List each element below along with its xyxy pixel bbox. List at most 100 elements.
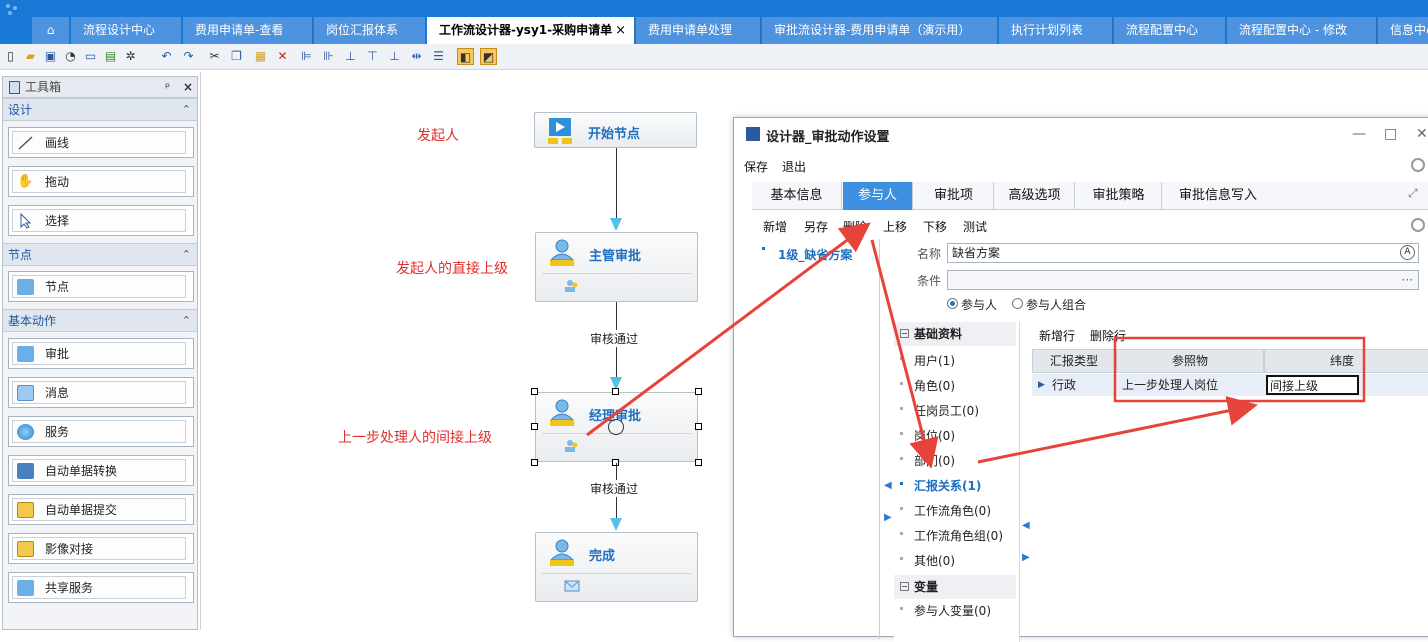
move-down-button[interactable]: 下移 <box>923 218 947 235</box>
resize-handle[interactable] <box>531 423 538 430</box>
cut-icon[interactable]: ✂ <box>206 48 223 65</box>
col-header-dimension[interactable]: 纬度 <box>1264 349 1428 373</box>
tree-item[interactable]: 部门(0) <box>900 452 955 469</box>
tab-basic-info[interactable]: 基本信息 <box>752 182 842 210</box>
tool-auto-submit[interactable]: 自动单据提交 <box>8 494 194 525</box>
toolbox-section-basic-actions[interactable]: 基本动作 ⌃ <box>3 309 197 332</box>
participant-radio[interactable] <box>947 298 958 309</box>
delete-button[interactable]: 删除 <box>843 218 867 235</box>
tool-shared-service[interactable]: 共享服务 <box>8 572 194 603</box>
supervisor-approval-node[interactable]: 主管审批 <box>535 232 698 302</box>
tree-item-report-relation[interactable]: 汇报关系(1) <box>900 477 981 494</box>
list-icon[interactable]: ☰ <box>430 48 447 65</box>
table-row[interactable]: ▶ 行政 上一步处理人岗位 间接上级 <box>1032 374 1428 396</box>
tab-process-design[interactable]: 流程设计中心 <box>71 17 182 44</box>
toolbox-section-nodes[interactable]: 节点 ⌃ <box>3 243 197 266</box>
properties-icon[interactable]: ◧ <box>457 48 474 65</box>
resize-handle[interactable] <box>531 459 538 466</box>
gear-icon[interactable] <box>1411 158 1425 172</box>
participant-group-radio[interactable] <box>1012 298 1023 309</box>
condition-input[interactable]: ··· <box>947 270 1419 290</box>
save-menu[interactable]: 保存 <box>744 158 768 175</box>
tab-participants[interactable]: 参与人 <box>843 182 913 210</box>
chart-icon[interactable]: ▤ <box>102 48 119 65</box>
delete-row-button[interactable]: 删除行 <box>1090 327 1126 344</box>
tool-message[interactable]: 消息 <box>8 377 194 408</box>
flow-line[interactable] <box>616 148 617 218</box>
resize-handle[interactable] <box>695 388 702 395</box>
scheme-item[interactable]: 1级_缺省方案 <box>778 246 852 263</box>
tab-approval-designer[interactable]: 审批流设计器-费用申请单（演示用） <box>762 17 998 44</box>
tool-drag[interactable]: ✋ 拖动 <box>8 166 194 197</box>
lookup-icon[interactable]: A <box>1400 245 1415 260</box>
tree-item[interactable]: 角色(0) <box>900 377 955 394</box>
tool-image-link[interactable]: 影像对接 <box>8 533 194 564</box>
tab-info-center[interactable]: 信息中心 <box>1378 17 1428 44</box>
monitor-icon[interactable]: ▭ <box>82 48 99 65</box>
delete-icon[interactable]: ✕ <box>274 48 291 65</box>
close-icon[interactable]: × <box>183 77 193 98</box>
close-icon[interactable]: ✕ <box>1416 126 1428 142</box>
tree-item[interactable]: 工作流角色组(0) <box>900 527 1003 544</box>
tree-item[interactable]: 用户(1) <box>900 352 955 369</box>
gear-icon[interactable]: ✲ <box>122 48 139 65</box>
tool-draw-line[interactable]: 画线 <box>8 127 194 158</box>
open-folder-icon[interactable]: ▰ <box>22 48 39 65</box>
scroll-left-icon[interactable]: ◀ <box>1022 520 1030 531</box>
name-input[interactable]: 缺省方案 A <box>947 243 1419 263</box>
maximize-icon[interactable]: □ <box>1384 126 1397 142</box>
tool-select[interactable]: 选择 <box>8 205 194 236</box>
distribute-icon[interactable]: ⇹ <box>408 48 425 65</box>
dimension-cell-editor[interactable]: 间接上级 <box>1266 375 1359 395</box>
align-center-icon[interactable]: ⊥ <box>342 48 359 65</box>
tool-auto-convert[interactable]: 自动单据转换 <box>8 455 194 486</box>
exit-menu[interactable]: 退出 <box>782 158 806 175</box>
col-header-reference[interactable]: 参照物 <box>1116 349 1264 373</box>
tree-item[interactable]: 参与人变量(0) <box>900 602 991 619</box>
expand-icon[interactable]: ⤢ <box>1408 186 1418 201</box>
tree-item[interactable]: 工作流角色(0) <box>900 502 991 519</box>
copy-icon[interactable]: ❐ <box>228 48 245 65</box>
move-up-button[interactable]: 上移 <box>883 218 907 235</box>
tab-expense-view[interactable]: 费用申请单-查看 <box>183 17 313 44</box>
new-file-icon[interactable]: ▯ <box>2 48 19 65</box>
resize-handle[interactable] <box>612 388 619 395</box>
tree-group-basic[interactable]: − 基础资料 <box>894 322 1016 346</box>
tool-approve[interactable]: 审批 <box>8 338 194 369</box>
save-as-button[interactable]: 另存 <box>804 218 828 235</box>
tab-strategy[interactable]: 审批策略 <box>1076 182 1162 210</box>
save-icon[interactable]: ▣ <box>42 48 59 65</box>
tab-expense-process[interactable]: 费用申请单处理 <box>636 17 761 44</box>
tab-advanced[interactable]: 高级选项 <box>995 182 1075 210</box>
tab-process-config-edit[interactable]: 流程配置中心 - 修改 <box>1227 17 1377 44</box>
start-node[interactable]: 开始节点 <box>534 112 697 148</box>
col-header-report-type[interactable]: 汇报类型 <box>1032 349 1116 373</box>
align-top-icon[interactable]: ⊤ <box>364 48 381 65</box>
redo-icon[interactable]: ↷ <box>180 48 197 65</box>
close-icon[interactable]: × <box>615 17 626 44</box>
connection-point-icon[interactable] <box>608 419 624 435</box>
tab-info-write[interactable]: 审批信息写入 <box>1163 182 1273 210</box>
undo-icon[interactable]: ↶ <box>158 48 175 65</box>
scroll-left-icon[interactable]: ◀ <box>884 480 892 491</box>
test-button[interactable]: 测试 <box>963 218 987 235</box>
align-bottom-icon[interactable]: ⊥ <box>386 48 403 65</box>
settings-file-icon[interactable]: ◔ <box>62 48 79 65</box>
align-right-icon[interactable]: ⊪ <box>320 48 337 65</box>
home-tab[interactable]: ⌂ <box>32 17 70 44</box>
tab-execution-plans[interactable]: 执行计划列表 <box>999 17 1113 44</box>
tree-item[interactable]: 任岗员工(0) <box>900 402 979 419</box>
pin-icon[interactable]: ᵖ <box>165 77 170 98</box>
add-button[interactable]: 新增 <box>763 218 787 235</box>
tool-service[interactable]: 服务 <box>8 416 194 447</box>
align-left-icon[interactable]: ⊫ <box>298 48 315 65</box>
tab-workflow-designer[interactable]: 工作流设计器-ysy1-采购申请单 × <box>427 17 635 44</box>
resize-handle[interactable] <box>695 459 702 466</box>
note-icon[interactable]: ◩ <box>480 48 497 65</box>
add-row-button[interactable]: 新增行 <box>1039 327 1075 344</box>
scroll-right-icon[interactable]: ▶ <box>1022 552 1030 563</box>
tree-item[interactable]: 其他(0) <box>900 552 955 569</box>
minimize-icon[interactable]: — <box>1352 126 1366 142</box>
tab-post-report[interactable]: 岗位汇报体系 <box>314 17 426 44</box>
scroll-right-icon[interactable]: ▶ <box>884 512 892 523</box>
